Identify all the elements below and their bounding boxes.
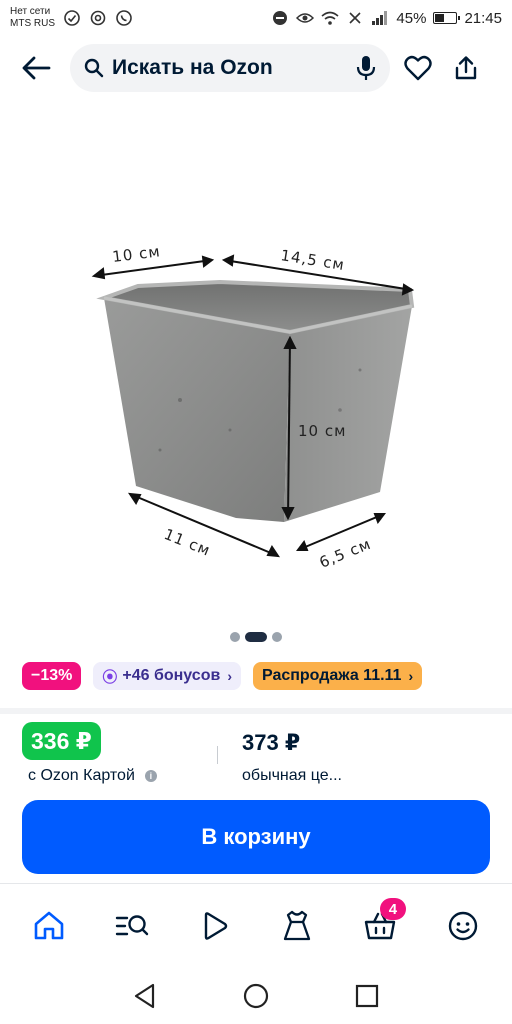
voice-search-button[interactable] xyxy=(356,55,376,81)
square-recents-icon xyxy=(355,984,378,1008)
nav-catalog[interactable] xyxy=(104,898,160,954)
signal-icon xyxy=(371,9,389,27)
no-sim-icon xyxy=(346,9,364,27)
home-icon xyxy=(35,911,64,940)
bonus-badge[interactable]: ⦿ +46 бонусов › xyxy=(93,662,241,690)
ozon-card-caption-text: с Ozon Картой xyxy=(28,767,135,784)
carousel-dot[interactable] xyxy=(272,632,282,642)
ozon-card-caption[interactable]: с Ozon Картой i xyxy=(28,767,157,785)
product-image[interactable]: 10 см 14,5 см 10 см 11 см 6,5 см xyxy=(0,110,512,622)
bread-pan-shape xyxy=(96,279,415,522)
circle-home-icon xyxy=(243,983,269,1009)
check-circle-icon xyxy=(63,9,81,27)
regular-price-caption: обычная це... xyxy=(242,767,342,784)
battery-percent: 45% xyxy=(396,9,427,27)
nfc-icon xyxy=(89,9,107,27)
promo-badges: −13% ⦿ +46 бонусов › Распродажа 11.11 › xyxy=(22,662,423,690)
search-input[interactable]: Искать на Ozon xyxy=(112,56,356,80)
chevron-right-icon: › xyxy=(227,668,232,684)
back-arrow-icon xyxy=(22,56,51,80)
ozon-card-price: 336 ₽ xyxy=(22,722,101,760)
carousel-dot-active[interactable] xyxy=(245,632,267,642)
ozon-card-price-value: 336 ₽ xyxy=(31,727,92,754)
discount-text: −13% xyxy=(31,667,73,684)
chevron-right-icon: › xyxy=(408,668,414,684)
sale-text: Распродажа 11.11 xyxy=(261,667,402,684)
heart-icon xyxy=(404,55,432,81)
regular-price: 373 ₽ xyxy=(242,730,301,755)
carrier-info: Нет сети MTS RUS xyxy=(10,6,55,30)
system-recents-button[interactable] xyxy=(347,976,387,1016)
system-home-button[interactable] xyxy=(236,976,276,1016)
dimension-bottom-width: 6,5 см xyxy=(317,535,374,572)
price-separator xyxy=(217,746,218,764)
bonus-icon: ⦿ xyxy=(102,668,118,686)
wifi-icon xyxy=(321,9,339,27)
bonus-text: +46 бонусов xyxy=(122,667,221,684)
battery-icon xyxy=(433,12,461,24)
battery-fill xyxy=(435,14,445,22)
whatsapp-icon xyxy=(115,9,133,27)
carousel-dot[interactable] xyxy=(230,632,240,642)
cart-count-badge: 4 xyxy=(379,898,406,920)
dimension-bottom-length: 11 см xyxy=(162,525,214,560)
microphone-icon xyxy=(356,56,376,80)
eye-icon xyxy=(296,9,315,27)
triangle-back-icon xyxy=(135,983,155,1009)
section-divider xyxy=(0,708,512,714)
add-to-cart-button[interactable]: В корзину xyxy=(22,800,490,874)
carrier-line-1: Нет сети xyxy=(10,6,51,17)
nav-divider xyxy=(0,883,512,884)
clock: 21:45 xyxy=(464,9,502,27)
system-back-button[interactable] xyxy=(125,976,165,1016)
dimension-height: 10 см xyxy=(298,422,346,440)
nav-home[interactable] xyxy=(21,898,77,954)
sale-badge[interactable]: Распродажа 11.11 › xyxy=(252,662,423,690)
search-bar[interactable]: Искать на Ozon xyxy=(70,44,390,92)
bottom-navigation: 4 xyxy=(0,896,512,956)
catalog-search-icon xyxy=(115,915,149,936)
nav-cart[interactable]: 4 xyxy=(352,898,408,954)
dnd-icon xyxy=(271,9,289,27)
play-icon xyxy=(204,912,227,940)
image-carousel-indicator xyxy=(0,632,512,642)
back-button[interactable] xyxy=(14,46,58,90)
search-icon xyxy=(84,58,104,78)
discount-badge: −13% xyxy=(22,662,82,690)
fashion-icon xyxy=(284,910,311,941)
system-navigation xyxy=(0,968,512,1024)
carrier-line-2: MTS RUS xyxy=(10,18,55,29)
share-icon xyxy=(455,56,477,80)
info-icon[interactable]: i xyxy=(144,770,157,782)
profile-icon xyxy=(448,911,477,941)
nav-profile[interactable] xyxy=(435,898,491,954)
share-button[interactable] xyxy=(446,46,486,90)
status-bar: Нет сети MTS RUS 45% 21:45 xyxy=(0,0,512,36)
favorite-button[interactable] xyxy=(398,46,438,90)
header: Искать на Ozon xyxy=(0,42,512,94)
nav-fashion[interactable] xyxy=(269,898,325,954)
dimension-top-width: 10 см xyxy=(111,242,161,266)
nav-video[interactable] xyxy=(187,898,243,954)
